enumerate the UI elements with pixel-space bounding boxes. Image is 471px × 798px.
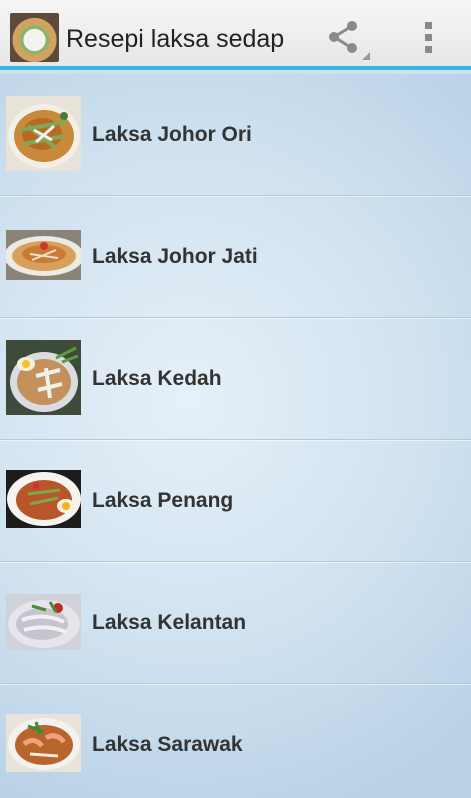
laksa-sarawak-photo: [6, 714, 81, 772]
list-item-label: Laksa Johor Jati: [92, 245, 258, 268]
list-item-label: Laksa Sarawak: [92, 733, 243, 756]
list-item-label: Laksa Penang: [92, 489, 234, 512]
list-item[interactable]: Laksa Sarawak: [0, 684, 471, 798]
laksa-kedah-photo: [6, 340, 81, 415]
overflow-menu-button[interactable]: [408, 12, 452, 64]
laksa-johor-jati-photo: [6, 230, 81, 280]
action-bar-divider: [0, 66, 471, 70]
list-item[interactable]: Laksa Penang: [0, 440, 471, 562]
laksa-bowl-icon[interactable]: [10, 13, 59, 62]
list-item[interactable]: Laksa Johor Jati: [0, 196, 471, 318]
list-item[interactable]: Laksa Kedah: [0, 318, 471, 440]
laksa-penang-photo: [6, 470, 81, 528]
share-button[interactable]: [320, 12, 374, 64]
laksa-johor-ori-photo: [6, 96, 81, 171]
list-item-label: Laksa Kedah: [92, 367, 222, 390]
laksa-kelantan-photo: [6, 594, 81, 650]
list-item[interactable]: Laksa Johor Ori: [0, 74, 471, 196]
action-bar: Resepi laksa sedap: [0, 0, 471, 70]
app-title: Resepi laksa sedap: [66, 25, 285, 53]
list-item[interactable]: Laksa Kelantan: [0, 562, 471, 684]
share-icon: [329, 21, 370, 60]
list-item-label: Laksa Kelantan: [92, 611, 247, 634]
list-item-label: Laksa Johor Ori: [92, 123, 252, 146]
recipe-list[interactable]: Laksa Johor Ori Laksa Johor Jati Laksa K…: [0, 74, 471, 798]
overflow-menu-icon: [425, 22, 432, 53]
